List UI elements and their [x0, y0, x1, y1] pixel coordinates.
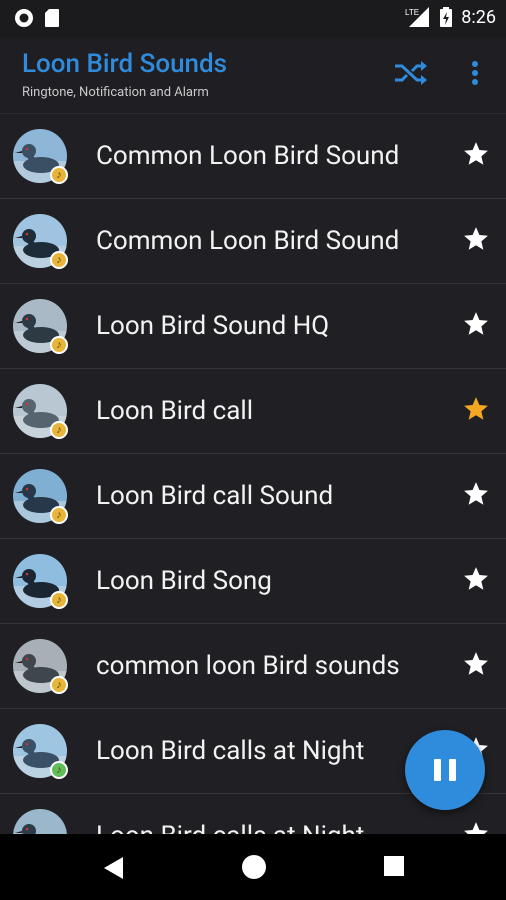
music-note-icon: ♪ [50, 506, 68, 524]
music-note-icon: ♪ [50, 421, 68, 439]
sound-title: Loon Bird call Sound [96, 481, 334, 511]
sound-title: Loon Bird calls at Night [96, 736, 365, 766]
record-icon [15, 9, 33, 27]
overflow-menu-button[interactable] [467, 59, 483, 93]
sound-title: Common Loon Bird Sound [96, 141, 400, 171]
favorite-star-icon[interactable] [462, 565, 490, 593]
app-bar: Loon Bird Sounds Ringtone, Notification … [0, 37, 506, 114]
navigation-bar [0, 834, 506, 900]
sound-list-item[interactable]: ♪ Loon Bird call [0, 369, 506, 454]
svg-text:LTE: LTE [405, 8, 419, 17]
favorite-star-icon[interactable] [462, 310, 490, 338]
battery-charging-icon [440, 7, 453, 27]
sound-list-item[interactable]: ♪ Loon Bird Sound HQ [0, 284, 506, 369]
music-note-icon: ♪ [50, 591, 68, 609]
sound-title: common loon Bird sounds [96, 651, 400, 681]
favorite-star-icon-active[interactable] [462, 395, 490, 423]
loon-bird-thumbnail [13, 809, 67, 834]
favorite-star-icon[interactable] [462, 650, 490, 678]
lte-signal-icon: LTE [405, 7, 430, 27]
sound-title: Loon Bird Song [96, 566, 272, 596]
sound-title: Common Loon Bird Sound [96, 226, 400, 256]
favorite-star-icon[interactable] [462, 140, 490, 168]
favorite-star-icon[interactable] [462, 820, 490, 834]
sound-list-item[interactable]: ♪ Loon Bird call Sound [0, 454, 506, 539]
music-note-icon: ♪ [50, 166, 68, 184]
pause-icon [434, 759, 441, 781]
sound-list-item[interactable]: ♪ Common Loon Bird Sound [0, 199, 506, 284]
status-bar: LTE 8:26 [0, 0, 506, 37]
status-time: 8:26 [461, 6, 496, 28]
shuffle-icon [395, 61, 427, 85]
sd-card-icon [45, 9, 59, 27]
back-icon[interactable] [101, 855, 125, 881]
sound-list-item[interactable]: ♪ Loon Bird Song [0, 539, 506, 624]
home-icon[interactable] [241, 854, 267, 880]
sound-title: Loon Bird Sound HQ [96, 311, 330, 341]
pause-button[interactable] [405, 730, 485, 810]
sound-title: Loon Bird calls at Night [96, 821, 401, 834]
app-title: Loon Bird Sounds [22, 49, 228, 79]
music-note-icon: ♪ [50, 251, 68, 269]
sound-list-item[interactable]: ♪ Common Loon Bird Sound [0, 114, 506, 199]
sound-list: ♪ Common Loon Bird Sound ♪ Common Loon Bird… [0, 114, 506, 834]
music-note-icon: ♪ [50, 761, 68, 779]
music-note-icon: ♪ [50, 676, 68, 694]
sound-list-item[interactable]: ♪ common loon Bird sounds [0, 624, 506, 709]
favorite-star-icon[interactable] [462, 225, 490, 253]
sound-title: Loon Bird call [96, 396, 254, 426]
music-note-icon: ♪ [50, 336, 68, 354]
shuffle-button[interactable] [393, 58, 429, 92]
recents-icon[interactable] [383, 855, 405, 877]
favorite-star-icon[interactable] [462, 480, 490, 508]
app-subtitle: Ringtone, Notification and Alarm [22, 85, 209, 100]
more-vert-icon [472, 61, 478, 85]
pause-icon-bar [449, 759, 456, 781]
